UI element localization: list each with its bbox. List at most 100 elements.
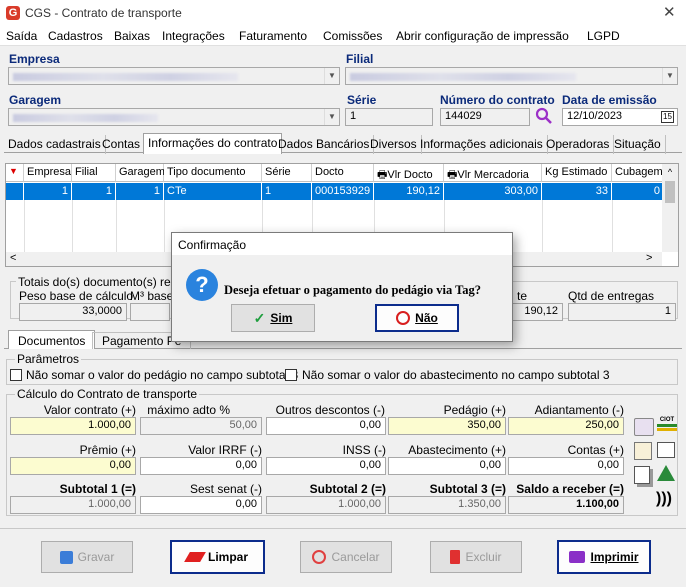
tab-contas[interactable]: Contas (98, 135, 146, 154)
chevron-down-icon[interactable]: ▼ (324, 109, 339, 125)
checkbox-nao-somar-pedagio[interactable] (10, 369, 22, 381)
abastecimento-field[interactable]: 0,00 (388, 457, 506, 475)
chevron-left-icon[interactable]: < (10, 252, 16, 264)
subtotal2-field[interactable]: 1.000,00 (266, 496, 386, 514)
menu-baixas[interactable]: Baixas (114, 29, 150, 43)
data-emissao-field[interactable]: 12/10/2023 15 (562, 108, 678, 126)
search-icon[interactable] (534, 106, 554, 126)
grid-header-serie[interactable]: Série (262, 164, 312, 182)
menu-abrir-configuracao[interactable]: Abrir configuração de impressão (396, 29, 569, 43)
adiantamento-field[interactable]: 250,00 (508, 417, 624, 435)
grid-header-empresa[interactable]: Empresa (24, 164, 72, 182)
contas-field[interactable]: 0,00 (508, 457, 624, 475)
nao-somar-pedagio-label[interactable]: Não somar o valor do pedágio no campo su… (26, 368, 298, 382)
chat-icon[interactable] (657, 442, 675, 458)
trash-icon (450, 550, 461, 564)
peso-field[interactable]: 33,0000 (19, 303, 127, 321)
sest-senat-field[interactable]: 0,00 (140, 496, 262, 514)
cell-docto[interactable]: 000153929 (312, 183, 374, 200)
inss-label: INSS (-) (342, 443, 386, 457)
premio-field[interactable]: 0,00 (10, 457, 136, 475)
subtotal1-field[interactable]: 1.000,00 (10, 496, 136, 514)
tab-informacoes-contrato[interactable]: Informações do contrato (143, 133, 283, 154)
menu-saida[interactable]: Saída (6, 29, 37, 43)
menu-faturamento[interactable]: Faturamento (239, 29, 307, 43)
save-icon (59, 550, 73, 564)
m3-field[interactable] (130, 303, 170, 321)
numero-contrato-field[interactable]: 144029 (440, 108, 530, 126)
grid-header-tipo-documento[interactable]: Tipo documento (164, 164, 262, 182)
tab-diversos[interactable]: Diversos (366, 135, 422, 154)
money-icon[interactable] (634, 418, 654, 436)
saldo-receber-label: Saldo a receber (=) (516, 482, 624, 496)
irrf-field[interactable]: 0,00 (140, 457, 262, 475)
saldo-receber-field[interactable]: 1.100,00 (508, 496, 624, 514)
menu-cadastros[interactable]: Cadastros (48, 29, 103, 43)
close-icon[interactable]: ✕ (663, 3, 676, 21)
qtd-entregas-field[interactable]: 1 (568, 303, 676, 321)
dialog-yes-button[interactable]: ✓ Sim (231, 304, 315, 332)
cell-vlr-docto[interactable]: 190,12 (374, 183, 444, 200)
menu-integracoes[interactable]: Integrações (162, 29, 225, 43)
cell-cubagem[interactable]: 0 (612, 183, 664, 200)
scrollbar-thumb[interactable] (665, 181, 675, 203)
numero-contrato-value: 144029 (445, 110, 482, 122)
menu-comissoes[interactable]: Comissões (323, 29, 382, 43)
cell-serie[interactable]: 1 (262, 183, 312, 200)
ciot-icon[interactable]: CIOT (657, 417, 677, 437)
printer-icon: 🖶 (447, 169, 458, 181)
excluir-button[interactable]: Excluir (430, 541, 522, 573)
drive-icon[interactable] (657, 465, 675, 481)
cell-empresa[interactable]: 1 (24, 183, 72, 200)
grid-header-garagem[interactable]: Garagem (116, 164, 165, 182)
receipt-icon[interactable] (634, 442, 652, 460)
cell-vlr-mercadoria[interactable]: 303,00 (444, 183, 542, 200)
grid-header-docto[interactable]: Docto (312, 164, 374, 182)
dialog-message: Deseja efetuar o pagamento do pedágio vi… (224, 283, 482, 297)
grid-header-vlr-mercadoria[interactable]: 🖶Vlr Mercadoria (444, 164, 542, 182)
imprimir-button[interactable]: Imprimir (557, 540, 651, 574)
grid-header-kg-estimado[interactable]: Kg Estimado (542, 164, 612, 182)
tab-documentos[interactable]: Documentos (8, 330, 96, 349)
filial-select[interactable]: ▼ (345, 67, 678, 85)
app-logo-icon: G (6, 6, 20, 20)
subtotal3-field[interactable]: 1.350,00 (388, 496, 506, 514)
cell-kg-estimado[interactable]: 33 (542, 183, 612, 200)
cancelar-button[interactable]: Cancelar (300, 541, 392, 573)
checkbox-nao-somar-abastecimento[interactable] (285, 369, 297, 381)
outros-descontos-field[interactable]: 0,00 (266, 417, 386, 435)
tab-informacoes-adicionais[interactable]: Informações adicionais (416, 135, 548, 154)
gravar-button[interactable]: Gravar (41, 541, 133, 573)
tab-situacao[interactable]: Situação (610, 135, 666, 154)
copy-icon[interactable] (634, 466, 650, 484)
grid-header-cubagem[interactable]: Cubagem (612, 164, 664, 182)
cell-filial[interactable]: 1 (72, 183, 116, 200)
empresa-select[interactable]: ▼ (8, 67, 340, 85)
chevron-up-icon[interactable]: ^ (662, 167, 678, 177)
tab-dados-cadastrais[interactable]: Dados cadastrais (4, 135, 106, 154)
cell-tipo-documento[interactable]: CTe (164, 183, 262, 200)
sest-senat-label: Sest senat (-) (189, 482, 262, 496)
tab-dados-bancarios[interactable]: Dados Bancários (274, 135, 375, 154)
dialog-no-button[interactable]: Não (375, 304, 459, 332)
grid-header-filial[interactable]: Filial (72, 164, 116, 182)
chevron-down-icon[interactable]: ▼ (324, 68, 339, 84)
menu-lgpd[interactable]: LGPD (587, 29, 620, 43)
max-adto-field[interactable]: 50,00 (140, 417, 262, 435)
chevron-right-icon[interactable]: > (646, 252, 652, 264)
grid-header-vlr-docto[interactable]: 🖶Vlr Docto (374, 164, 444, 182)
valor-contrato-field[interactable]: 1.000,00 (10, 417, 136, 435)
chevron-down-icon[interactable]: ▼ (662, 68, 677, 84)
grid-vertical-scrollbar[interactable]: ^ (662, 164, 678, 252)
limpar-button[interactable]: Limpar (170, 540, 265, 574)
calendar-icon[interactable]: 15 (661, 111, 674, 123)
serie-field[interactable]: 1 (345, 108, 433, 126)
contactless-icon[interactable]: ))) (656, 490, 672, 508)
garagem-select[interactable]: ▼ (8, 108, 340, 126)
pedagio-field[interactable]: 350,00 (388, 417, 506, 435)
tab-operadoras[interactable]: Operadoras (542, 135, 615, 154)
cell-garagem[interactable]: 1 (116, 183, 164, 200)
calculo-title: Cálculo do Contrato de transporte (15, 387, 200, 401)
nao-somar-abastecimento-label[interactable]: Não somar o valor do abastecimento no ca… (302, 368, 610, 382)
inss-field[interactable]: 0,00 (266, 457, 386, 475)
